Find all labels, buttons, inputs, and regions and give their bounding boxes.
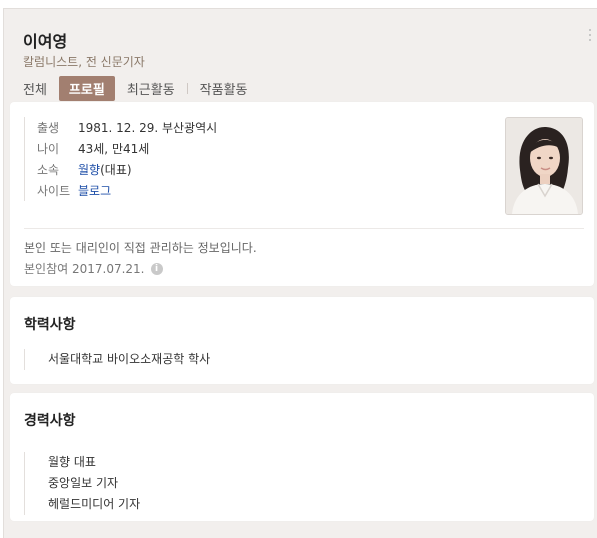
info-row-age: 나이 43세, 만41세 xyxy=(37,138,217,159)
management-note: 본인 또는 대리인이 직접 관리하는 정보입니다. xyxy=(24,241,257,255)
info-row-site: 사이트 블로그 xyxy=(37,180,217,201)
list-item: 월향 대표 xyxy=(48,455,96,469)
info-value: 43세, 만41세 xyxy=(78,142,150,156)
profile-card: 출생 1981. 12. 29. 부산광역시 나이 43세, 만41세 소속 월… xyxy=(10,102,594,286)
tab-all[interactable]: 전체 xyxy=(23,79,47,98)
info-label: 소속 xyxy=(37,163,60,177)
tab-recent-activity[interactable]: 최근활동 xyxy=(127,79,175,98)
more-options-icon[interactable] xyxy=(588,29,592,43)
info-icon[interactable]: i xyxy=(150,262,163,275)
career-card: 경력사항 월향 대표 중앙일보 기자 헤럴드미디어 기자 xyxy=(10,393,594,521)
profile-photo[interactable] xyxy=(505,117,583,215)
profile-divider xyxy=(24,228,584,229)
info-label: 사이트 xyxy=(37,184,71,198)
list-item: 헤럴드미디어 기자 xyxy=(48,497,141,511)
info-label: 나이 xyxy=(37,142,60,156)
tab-works[interactable]: 작품활동 xyxy=(200,79,248,98)
list-item: 중앙일보 기자 xyxy=(48,476,119,490)
education-title: 학력사항 xyxy=(24,317,76,333)
person-subtitle: 칼럼니스트, 전 신문기자 xyxy=(23,55,145,69)
person-name: 이여영 xyxy=(23,32,68,51)
participation-date-text: 본인참여 2017.07.21. xyxy=(24,262,145,276)
info-value: 월향(대표) xyxy=(78,161,132,178)
education-list: 서울대학교 바이오소재공학 학사 xyxy=(24,349,210,370)
participation-date: 본인참여 2017.07.21. i xyxy=(24,260,163,277)
info-value: 1981. 12. 29. 부산광역시 xyxy=(78,121,218,135)
affiliation-link[interactable]: 월향 xyxy=(78,163,100,177)
career-list: 월향 대표 중앙일보 기자 헤럴드미디어 기자 xyxy=(24,452,140,515)
career-title: 경력사항 xyxy=(24,413,76,429)
tab-divider xyxy=(186,83,188,94)
portrait-image xyxy=(506,118,582,214)
affiliation-suffix: (대표) xyxy=(100,163,132,177)
education-card: 학력사항 서울대학교 바이오소재공학 학사 xyxy=(10,297,594,384)
blog-link[interactable]: 블로그 xyxy=(78,182,111,199)
info-row-affiliation: 소속 월향(대표) xyxy=(37,159,217,180)
info-label: 출생 xyxy=(37,121,60,135)
profile-info-list: 출생 1981. 12. 29. 부산광역시 나이 43세, 만41세 소속 월… xyxy=(24,117,217,201)
tab-bar: 전체 프로필 최근활동 작품활동 xyxy=(23,76,260,101)
info-row-birth: 출생 1981. 12. 29. 부산광역시 xyxy=(37,117,217,138)
tab-profile[interactable]: 프로필 xyxy=(58,76,115,101)
list-item: 서울대학교 바이오소재공학 학사 xyxy=(48,352,211,366)
